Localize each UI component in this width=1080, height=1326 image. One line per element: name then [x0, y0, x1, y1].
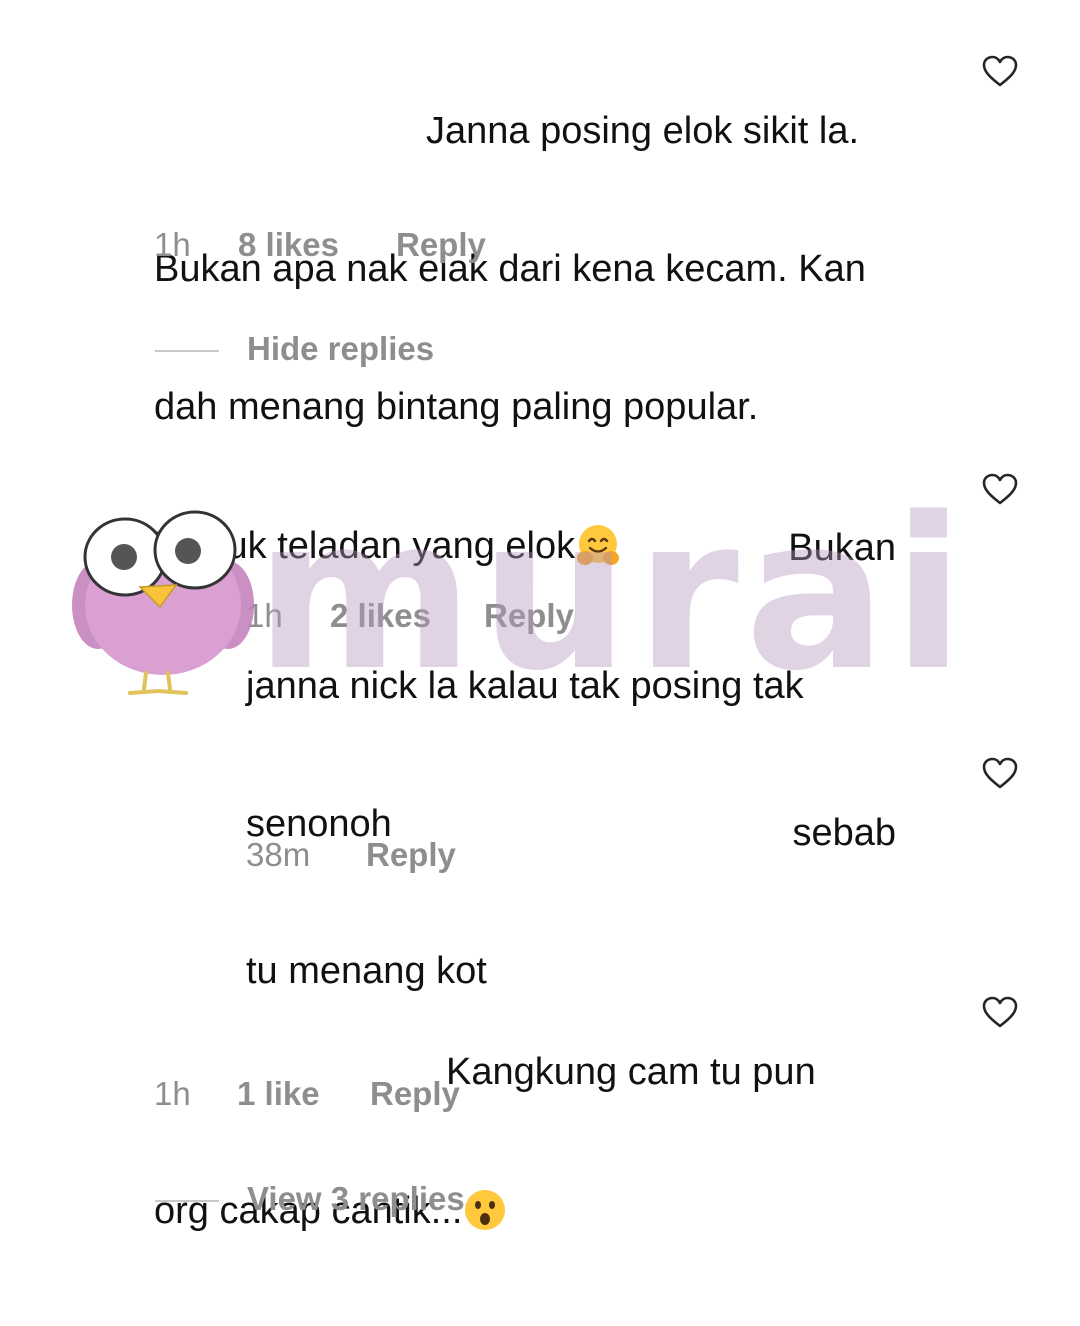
comment-2-likes[interactable]: 2 likes [330, 597, 431, 635]
comment-2-line-1: Bukan [788, 527, 896, 569]
view-replies-label: View 3 replies [247, 1180, 465, 1217]
comment-4-time: 1h [154, 1075, 191, 1112]
comment-3-reply-button[interactable]: Reply [366, 836, 456, 874]
comment-1-time: 1h [154, 226, 191, 263]
comment-3-time: 38m [246, 836, 311, 873]
comment-1-likes[interactable]: 8 likes [238, 226, 339, 264]
comment-4-likes[interactable]: 1 like [237, 1075, 320, 1113]
like-heart-icon[interactable] [981, 995, 1019, 1029]
comment-2-reply-button[interactable]: Reply [484, 597, 574, 635]
comment-1-line-3: dah menang bintang paling popular. [154, 386, 759, 428]
like-heart-icon[interactable] [981, 756, 1019, 790]
hide-replies-button[interactable]: Hide replies [155, 330, 555, 370]
thread-line [155, 350, 219, 352]
comment-2-line-2: janna nick la kalau tak posing tak [246, 665, 804, 707]
thread-line [155, 1200, 219, 1202]
hide-replies-label: Hide replies [247, 330, 435, 367]
comment-2-time: 1h [246, 597, 283, 634]
comment-4-reply-button[interactable]: Reply [370, 1075, 460, 1113]
comment-1-reply-button[interactable]: Reply [396, 226, 486, 264]
comment-4-text: Kangkung cam tu pun org cakap cantik... [154, 957, 854, 1326]
like-heart-icon[interactable] [981, 472, 1019, 506]
comment-1-line-1: Janna posing elok sikit la. [426, 110, 860, 152]
like-heart-icon[interactable] [981, 54, 1019, 88]
comment-3-line-1: sebab [792, 812, 896, 854]
view-replies-button[interactable]: View 3 replies [155, 1180, 555, 1220]
